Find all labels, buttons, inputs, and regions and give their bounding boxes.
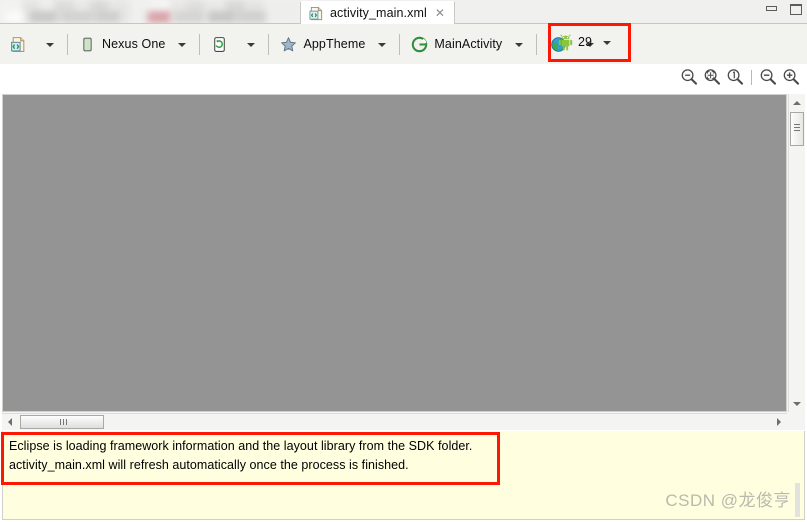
zoom-controls — [679, 66, 801, 88]
toolbar-separator-5 — [536, 33, 538, 55]
zoom-separator — [751, 69, 752, 85]
horizontal-scrollbar-thumb[interactable] — [20, 415, 104, 429]
toolbar-item-layout-file[interactable] — [8, 31, 35, 57]
android-robot-icon — [557, 33, 574, 51]
status-message-text: Eclipse is loading framework information… — [9, 437, 499, 475]
zoom-plus-icon[interactable] — [781, 67, 801, 87]
chevron-down-icon-activity[interactable] — [513, 38, 526, 51]
toolbar-separator-1 — [67, 33, 68, 55]
toolbar-group-theme: AppTheme — [273, 24, 395, 64]
editor-tab-bar: activity_main.xml ✕ — [0, 0, 807, 24]
toolbar-item-api-level[interactable]: 29 — [557, 31, 620, 53]
toolbar-group-activity: MainActivity — [404, 24, 532, 64]
device-phone-icon — [79, 36, 96, 53]
orientation-portrait-icon — [211, 36, 228, 53]
toolbar-group-orientation — [204, 24, 264, 64]
window-maximize-icon[interactable] — [789, 3, 803, 16]
toolbar-separator-4 — [399, 33, 401, 55]
zoom-fit-icon[interactable] — [702, 67, 722, 87]
scroll-down-arrow-icon[interactable] — [789, 396, 805, 412]
toolbar-item-activity-label: MainActivity — [434, 37, 503, 51]
zoom-fit-out-icon[interactable] — [679, 67, 699, 87]
xml-layout-icon — [10, 36, 27, 53]
scroll-right-arrow-icon[interactable] — [771, 414, 787, 430]
canvas-surface[interactable] — [3, 95, 786, 411]
vertical-scrollbar[interactable] — [788, 94, 805, 412]
window-controls — [765, 3, 803, 16]
zoom-100-icon[interactable] — [725, 67, 745, 87]
blurred-tabs-group — [0, 0, 300, 23]
layout-editor-toolbar: Nexus One AppTheme MainActivity — [0, 24, 807, 64]
toolbar-separator-2 — [199, 33, 201, 55]
layout-editor-area — [2, 94, 805, 430]
panel-edge-decoration — [795, 483, 800, 517]
chevron-down-icon-device[interactable] — [176, 38, 189, 51]
scroll-up-arrow-icon[interactable] — [789, 94, 805, 110]
blurred-tab-1[interactable] — [0, 0, 150, 23]
scroll-left-arrow-icon[interactable] — [2, 414, 18, 430]
toolbar-item-activity[interactable]: MainActivity — [409, 31, 504, 57]
toolbar-item-theme-label: AppTheme — [303, 37, 366, 51]
tab-label: activity_main.xml — [330, 6, 427, 20]
status-message-line-2: activity_main.xml will refresh automatic… — [9, 458, 409, 472]
design-canvas[interactable] — [2, 94, 787, 412]
vertical-scrollbar-thumb[interactable] — [790, 112, 804, 146]
chevron-down-icon-layout-file[interactable] — [44, 38, 57, 51]
activity-circle-icon — [411, 36, 428, 53]
blurred-tab-2[interactable] — [144, 0, 300, 23]
toolbar-group-layout-file — [0, 24, 63, 64]
watermark: CSDN @龙俊亨 — [665, 491, 791, 510]
toolbar-item-orientation[interactable] — [209, 31, 236, 57]
xml-file-icon — [309, 6, 324, 21]
close-icon[interactable]: ✕ — [435, 7, 445, 19]
api-level-label: 29 — [578, 35, 592, 49]
scrollbar-grip-icon — [794, 124, 800, 125]
theme-star-icon — [280, 36, 297, 53]
horizontal-scrollbar[interactable] — [2, 413, 787, 430]
tab-activity-main-xml[interactable]: activity_main.xml ✕ — [300, 1, 455, 24]
toolbar-item-theme[interactable]: AppTheme — [278, 31, 367, 57]
zoom-minus-icon[interactable] — [758, 67, 778, 87]
status-message-line-1: Eclipse is loading framework information… — [9, 439, 473, 453]
toolbar-item-device[interactable]: Nexus One — [77, 31, 167, 57]
chevron-down-icon-api-level[interactable] — [601, 36, 614, 49]
toolbar-item-device-label: Nexus One — [102, 37, 166, 51]
toolbar-group-device: Nexus One — [72, 24, 195, 64]
chevron-down-icon-orientation[interactable] — [245, 38, 258, 51]
scrollbar-grip-icon — [60, 419, 61, 425]
chevron-down-icon-theme[interactable] — [376, 38, 389, 51]
window-minimize-icon[interactable] — [765, 3, 779, 16]
toolbar-separator-3 — [268, 33, 270, 55]
status-message-panel: Eclipse is loading framework information… — [2, 431, 805, 520]
